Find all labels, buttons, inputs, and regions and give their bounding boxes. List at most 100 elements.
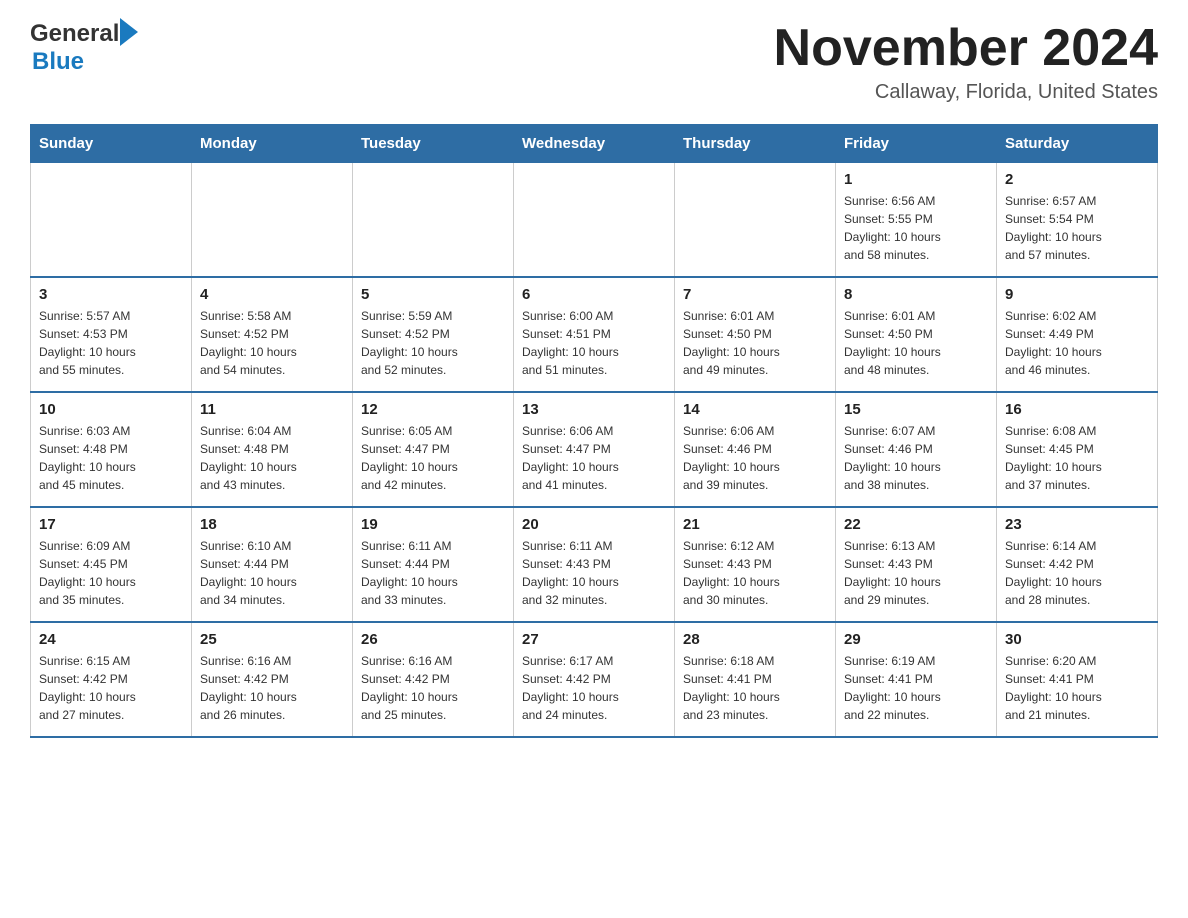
day-number: 23 (1005, 516, 1149, 533)
day-info: Sunrise: 6:15 AMSunset: 4:42 PMDaylight:… (39, 652, 183, 724)
day-info: Sunrise: 6:14 AMSunset: 4:42 PMDaylight:… (1005, 537, 1149, 609)
title-area: November 2024 Callaway, Florida, United … (774, 20, 1158, 104)
day-info: Sunrise: 6:01 AMSunset: 4:50 PMDaylight:… (683, 307, 827, 379)
calendar-cell: 15 Sunrise: 6:07 AMSunset: 4:46 PMDayligh… (836, 392, 997, 507)
calendar-cell: 20Sunrise: 6:11 AMSunset: 4:43 PMDayligh… (514, 507, 675, 622)
calendar-cell: 10 Sunrise: 6:03 AMSunset: 4:48 PMDayligh… (31, 392, 192, 507)
week-row-3: 10 Sunrise: 6:03 AMSunset: 4:48 PMDayligh… (31, 392, 1158, 507)
logo: General Blue (30, 20, 138, 76)
day-number: 16 (1005, 401, 1149, 418)
day-info: Sunrise: 6:04 AMSunset: 4:48 PMDaylight:… (200, 422, 344, 494)
day-info: Sunrise: 6:07 AMSunset: 4:46 PMDaylight:… (844, 422, 988, 494)
calendar-cell: 27Sunrise: 6:17 AMSunset: 4:42 PMDayligh… (514, 622, 675, 737)
day-info: Sunrise: 6:16 AMSunset: 4:42 PMDaylight:… (361, 652, 505, 724)
day-number: 29 (844, 631, 988, 648)
day-number: 30 (1005, 631, 1149, 648)
calendar-cell: 8 Sunrise: 6:01 AMSunset: 4:50 PMDaylight… (836, 277, 997, 392)
day-number: 20 (522, 516, 666, 533)
day-number: 10 (39, 401, 183, 418)
calendar-cell: 12 Sunrise: 6:05 AMSunset: 4:47 PMDayligh… (353, 392, 514, 507)
week-row-5: 24 Sunrise: 6:15 AMSunset: 4:42 PMDayligh… (31, 622, 1158, 737)
calendar-table: SundayMondayTuesdayWednesdayThursdayFrid… (30, 124, 1158, 738)
calendar-cell: 28Sunrise: 6:18 AMSunset: 4:41 PMDayligh… (675, 622, 836, 737)
day-number: 28 (683, 631, 827, 648)
day-number: 24 (39, 631, 183, 648)
day-info: Sunrise: 6:19 AMSunset: 4:41 PMDaylight:… (844, 652, 988, 724)
day-number: 6 (522, 286, 666, 303)
day-info: Sunrise: 6:05 AMSunset: 4:47 PMDaylight:… (361, 422, 505, 494)
day-info: Sunrise: 6:01 AMSunset: 4:50 PMDaylight:… (844, 307, 988, 379)
day-info: Sunrise: 6:13 AMSunset: 4:43 PMDaylight:… (844, 537, 988, 609)
calendar-cell (31, 163, 192, 278)
logo-triangle-icon (120, 18, 138, 46)
day-number: 9 (1005, 286, 1149, 303)
day-number: 19 (361, 516, 505, 533)
calendar-cell: 18Sunrise: 6:10 AMSunset: 4:44 PMDayligh… (192, 507, 353, 622)
weekday-header-sunday: Sunday (31, 125, 192, 163)
calendar-cell: 3Sunrise: 5:57 AMSunset: 4:53 PMDaylight… (31, 277, 192, 392)
calendar-cell (675, 163, 836, 278)
day-info: Sunrise: 6:09 AMSunset: 4:45 PMDaylight:… (39, 537, 183, 609)
calendar-cell: 23 Sunrise: 6:14 AMSunset: 4:42 PMDayligh… (997, 507, 1158, 622)
calendar-cell: 6Sunrise: 6:00 AMSunset: 4:51 PMDaylight… (514, 277, 675, 392)
week-row-1: 1Sunrise: 6:56 AMSunset: 5:55 PMDaylight… (31, 163, 1158, 278)
page-header: General Blue November 2024 Callaway, Flo… (30, 20, 1158, 104)
location-subtitle: Callaway, Florida, United States (774, 81, 1158, 104)
calendar-cell: 29 Sunrise: 6:19 AMSunset: 4:41 PMDayligh… (836, 622, 997, 737)
calendar-cell: 24 Sunrise: 6:15 AMSunset: 4:42 PMDayligh… (31, 622, 192, 737)
day-number: 8 (844, 286, 988, 303)
logo-blue-text: Blue (32, 48, 84, 75)
weekday-header-row: SundayMondayTuesdayWednesdayThursdayFrid… (31, 125, 1158, 163)
day-info: Sunrise: 6:03 AMSunset: 4:48 PMDaylight:… (39, 422, 183, 494)
day-number: 25 (200, 631, 344, 648)
calendar-cell: 5 Sunrise: 5:59 AMSunset: 4:52 PMDaylight… (353, 277, 514, 392)
day-number: 13 (522, 401, 666, 418)
weekday-header-tuesday: Tuesday (353, 125, 514, 163)
day-info: Sunrise: 5:58 AMSunset: 4:52 PMDaylight:… (200, 307, 344, 379)
calendar-cell: 1Sunrise: 6:56 AMSunset: 5:55 PMDaylight… (836, 163, 997, 278)
day-info: Sunrise: 5:57 AMSunset: 4:53 PMDaylight:… (39, 307, 183, 379)
weekday-header-monday: Monday (192, 125, 353, 163)
day-number: 2 (1005, 171, 1149, 188)
weekday-header-friday: Friday (836, 125, 997, 163)
day-info: Sunrise: 6:11 AMSunset: 4:44 PMDaylight:… (361, 537, 505, 609)
day-number: 11 (200, 401, 344, 418)
calendar-cell (353, 163, 514, 278)
day-number: 26 (361, 631, 505, 648)
calendar-cell: 2 Sunrise: 6:57 AMSunset: 5:54 PMDaylight… (997, 163, 1158, 278)
day-info: Sunrise: 6:12 AMSunset: 4:43 PMDaylight:… (683, 537, 827, 609)
day-number: 4 (200, 286, 344, 303)
day-number: 1 (844, 171, 988, 188)
week-row-2: 3Sunrise: 5:57 AMSunset: 4:53 PMDaylight… (31, 277, 1158, 392)
day-number: 15 (844, 401, 988, 418)
calendar-cell: 16 Sunrise: 6:08 AMSunset: 4:45 PMDayligh… (997, 392, 1158, 507)
day-number: 5 (361, 286, 505, 303)
day-number: 12 (361, 401, 505, 418)
calendar-cell: 13Sunrise: 6:06 AMSunset: 4:47 PMDayligh… (514, 392, 675, 507)
calendar-cell: 9 Sunrise: 6:02 AMSunset: 4:49 PMDaylight… (997, 277, 1158, 392)
day-info: Sunrise: 6:57 AMSunset: 5:54 PMDaylight:… (1005, 192, 1149, 264)
day-info: Sunrise: 6:16 AMSunset: 4:42 PMDaylight:… (200, 652, 344, 724)
calendar-cell: 25 Sunrise: 6:16 AMSunset: 4:42 PMDayligh… (192, 622, 353, 737)
calendar-cell: 30 Sunrise: 6:20 AMSunset: 4:41 PMDayligh… (997, 622, 1158, 737)
calendar-cell: 17 Sunrise: 6:09 AMSunset: 4:45 PMDayligh… (31, 507, 192, 622)
weekday-header-thursday: Thursday (675, 125, 836, 163)
month-title: November 2024 (774, 20, 1158, 77)
day-info: Sunrise: 6:17 AMSunset: 4:42 PMDaylight:… (522, 652, 666, 724)
calendar-cell: 22Sunrise: 6:13 AMSunset: 4:43 PMDayligh… (836, 507, 997, 622)
calendar-cell: 4 Sunrise: 5:58 AMSunset: 4:52 PMDaylight… (192, 277, 353, 392)
day-info: Sunrise: 6:06 AMSunset: 4:46 PMDaylight:… (683, 422, 827, 494)
day-number: 21 (683, 516, 827, 533)
day-info: Sunrise: 5:59 AMSunset: 4:52 PMDaylight:… (361, 307, 505, 379)
calendar-cell: 21 Sunrise: 6:12 AMSunset: 4:43 PMDayligh… (675, 507, 836, 622)
calendar-cell: 14Sunrise: 6:06 AMSunset: 4:46 PMDayligh… (675, 392, 836, 507)
logo-general-text: General (30, 20, 119, 48)
day-info: Sunrise: 6:08 AMSunset: 4:45 PMDaylight:… (1005, 422, 1149, 494)
weekday-header-wednesday: Wednesday (514, 125, 675, 163)
day-number: 17 (39, 516, 183, 533)
day-info: Sunrise: 6:10 AMSunset: 4:44 PMDaylight:… (200, 537, 344, 609)
calendar-cell: 11 Sunrise: 6:04 AMSunset: 4:48 PMDayligh… (192, 392, 353, 507)
day-number: 7 (683, 286, 827, 303)
day-info: Sunrise: 6:02 AMSunset: 4:49 PMDaylight:… (1005, 307, 1149, 379)
day-info: Sunrise: 6:20 AMSunset: 4:41 PMDaylight:… (1005, 652, 1149, 724)
